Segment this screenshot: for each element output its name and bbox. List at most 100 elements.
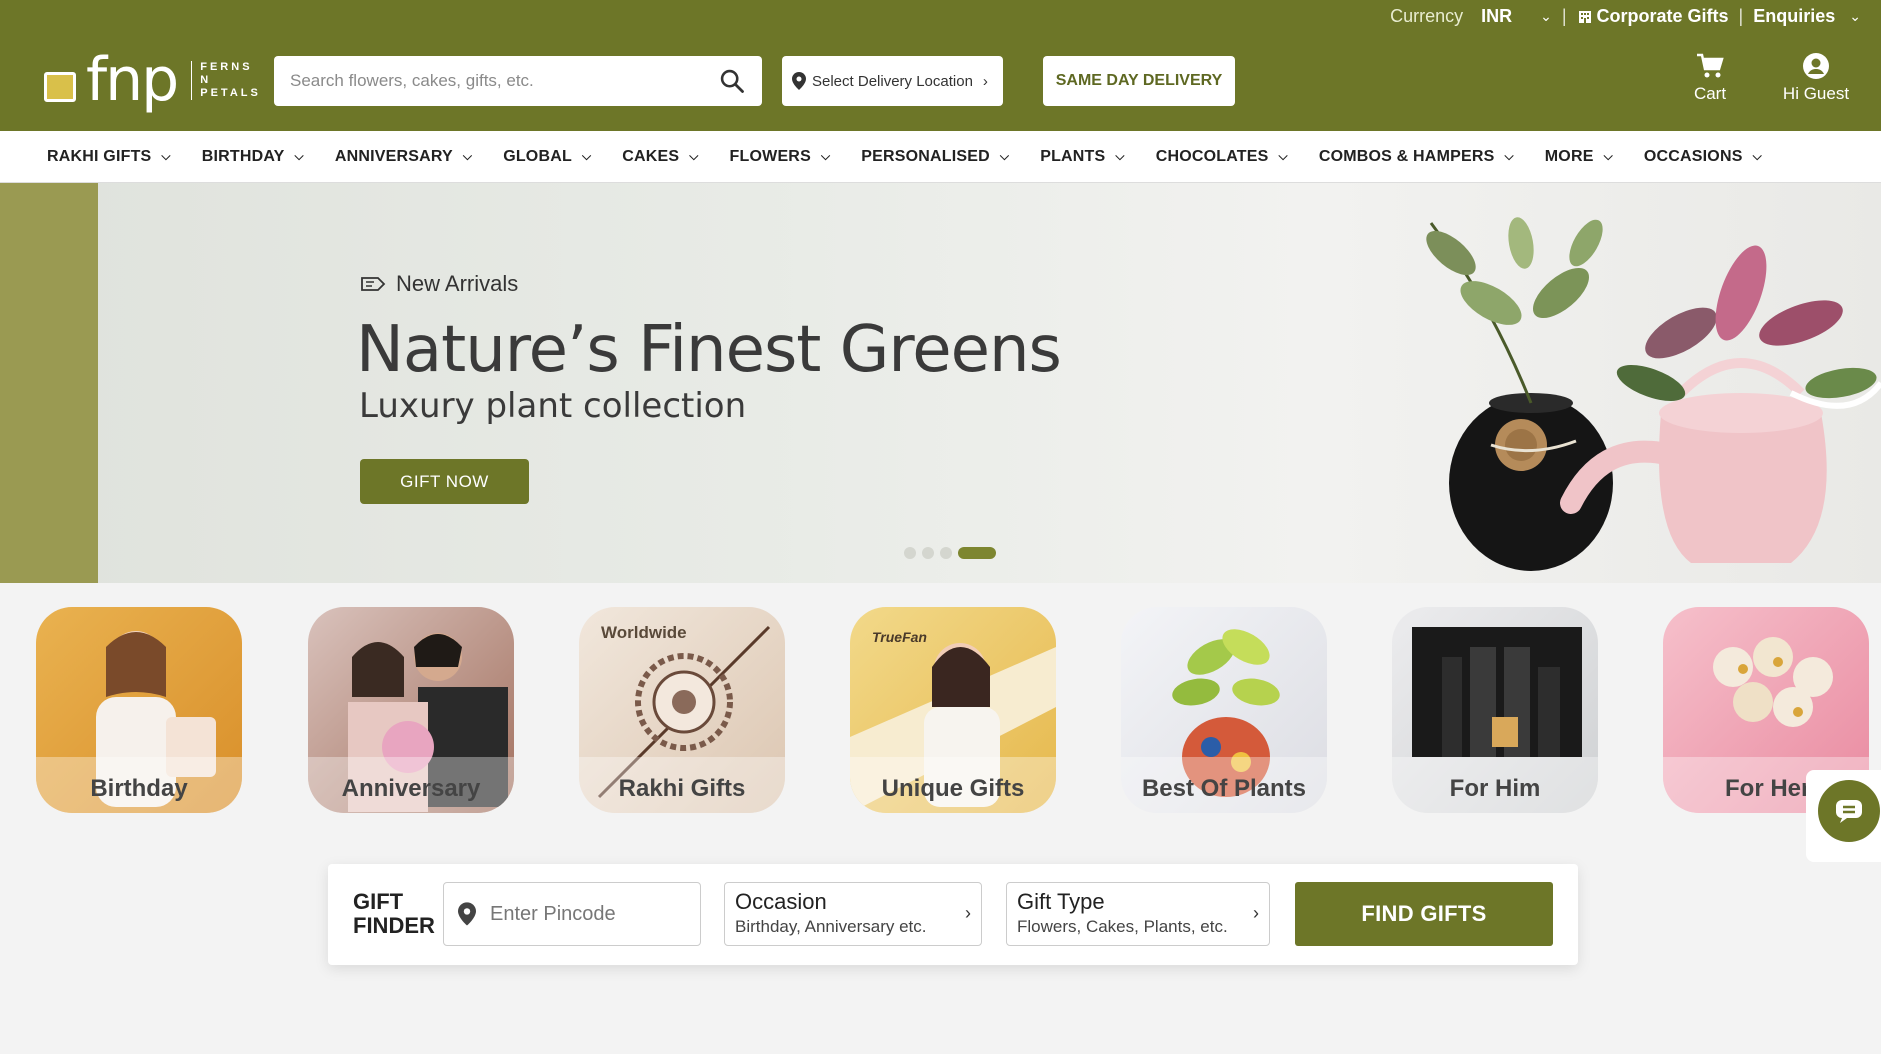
chat-button[interactable] [1814,776,1881,846]
logo-sub-line: FERNS [200,60,253,73]
cart-label: Cart [1693,84,1727,103]
nav-item-label: COMBOS & HAMPERS [1318,147,1495,165]
carousel-dot[interactable] [940,547,952,559]
chevron-down-icon: ⌵ [294,149,304,163]
divider: | [1561,5,1567,26]
nav-item-personalised[interactable]: PERSONALISED ⌵ [861,148,1009,166]
gift-box-logo-icon [44,72,76,102]
chevron-down-icon: ⌵ [1603,149,1613,163]
chevron-down-icon: ⌵ [1504,149,1514,163]
nav-item-label: CAKES [622,147,680,165]
nav-item-combos-hampers[interactable]: COMBOS & HAMPERS ⌵ [1319,148,1514,166]
gift-type-title: Gift Type [1017,889,1105,914]
enquiries-link[interactable]: Enquiries [1753,6,1835,27]
category-unique-gifts[interactable]: TrueFan Unique Gifts [850,607,1056,813]
category-anniversary[interactable]: Anniversary [308,607,514,813]
category-tiles: Birthday Anniversary Worldwide Rakhi Gif… [36,607,1881,817]
chevron-down-icon: ⌵ [1752,149,1762,163]
nav-item-label: RAKHI GIFTS [47,147,152,165]
worldwide-badge: Worldwide [601,623,687,642]
currency-selector[interactable]: INR [1481,6,1512,27]
top-utility-bar: Currency INR ⌄ | Corporate Gifts | Enqui… [0,0,1881,32]
nav-item-birthday[interactable]: BIRTHDAY ⌵ [202,148,304,166]
account-button[interactable]: Hi Guest [1776,52,1856,104]
gift-finder: GIFT FINDER Occasion Birthday, Anniversa… [328,864,1578,965]
category-birthday[interactable]: Birthday [36,607,242,813]
category-nav: RAKHI GIFTS ⌵ BIRTHDAY ⌵ ANNIVERSARY ⌵ GLOB… [0,131,1881,183]
gift-type-subtitle: Flowers, Cakes, Plants, etc. [1017,917,1228,936]
chevron-right-icon: › [965,903,971,923]
chevron-down-icon[interactable]: ⌄ [1849,8,1861,25]
divider: | [1738,5,1744,26]
occasion-title: Occasion [735,889,827,914]
category-best-of-plants[interactable]: Best Of Plants [1121,607,1327,813]
category-label: Anniversary [341,775,481,802]
nav-item-anniversary[interactable]: ANNIVERSARY ⌵ [335,148,472,166]
chevron-down-icon: ⌵ [161,149,171,163]
main-header: fnp FERNS N PETALS Select Delivery Locat… [0,32,1881,131]
nav-item-global[interactable]: GLOBAL ⌵ [503,148,591,166]
nav-item-more[interactable]: MORE ⌵ [1545,148,1613,166]
category-label: For Him [1449,775,1541,802]
chevron-right-icon: › [1253,903,1259,923]
delivery-location-button[interactable]: Select Delivery Location › [782,56,1003,106]
hero-side-strip [0,183,98,583]
category-for-him[interactable]: For Him [1392,607,1598,813]
gift-now-button[interactable]: GIFT NOW [360,459,529,504]
pincode-field [443,882,701,946]
chevron-right-icon: › [982,72,988,90]
category-label: Birthday [90,775,188,802]
carousel-dot[interactable] [922,547,934,559]
chevron-down-icon: ⌵ [1278,149,1288,163]
gift-type-select[interactable]: Gift Type Flowers, Cakes, Plants, etc. › [1006,882,1270,946]
nav-item-plants[interactable]: PLANTS ⌵ [1040,148,1125,166]
logo-sub-line: PETALS [200,86,261,99]
fnp-logo[interactable]: fnp FERNS N PETALS [44,50,261,110]
same-day-delivery-button[interactable]: SAME DAY DELIVERY [1043,56,1235,106]
nav-item-label: GLOBAL [503,147,572,165]
plant-pots-illustration [1426,217,1881,571]
chevron-down-icon: ⌵ [689,149,699,163]
hero-banner[interactable]: New Arrivals Nature’s Finest Greens Luxu… [0,183,1881,583]
chevron-down-icon[interactable]: ⌄ [1540,8,1552,25]
nav-item-label: PLANTS [1040,147,1106,165]
hero-tag-label: New Arrivals [396,271,519,296]
pincode-input[interactable] [490,902,670,926]
carousel-dot[interactable] [904,547,916,559]
hero-subtitle: Luxury plant collection [359,386,747,426]
tag-icon [361,277,386,291]
carousel-dots [904,547,996,559]
logo-wordmark: fnp [86,45,179,115]
corporate-gifts-label: Corporate Gifts [1596,5,1729,26]
find-gifts-button[interactable]: FIND GIFTS [1295,882,1553,946]
category-rakhi-gifts[interactable]: Worldwide Rakhi Gifts [579,607,785,813]
nav-item-label: BIRTHDAY [201,147,285,165]
gift-finder-title: GIFT FINDER [353,890,435,938]
hero-tag: New Arrivals [360,271,518,297]
location-pin-icon [458,902,476,926]
nav-item-rakhi-gifts[interactable]: RAKHI GIFTS ⌵ [47,148,171,166]
occasion-subtitle: Birthday, Anniversary etc. [735,917,927,936]
gift-finder-title-line: GIFT [353,889,404,914]
search-box [274,56,762,106]
cart-button[interactable]: Cart [1688,52,1732,104]
carousel-dot-active[interactable] [958,547,996,559]
user-avatar-icon [1803,53,1829,79]
logo-subtext: FERNS N PETALS [191,60,261,100]
search-input[interactable] [290,71,718,91]
nav-item-label: CHOCOLATES [1155,147,1269,165]
nav-item-cakes[interactable]: CAKES ⌵ [622,148,698,166]
nav-item-occasions[interactable]: OCCASIONS ⌵ [1644,148,1762,166]
nav-item-label: ANNIVERSARY [334,147,453,165]
chevron-down-icon: ⌵ [581,149,592,163]
occasion-select[interactable]: Occasion Birthday, Anniversary etc. › [724,882,982,946]
guest-label: Hi Guest [1782,84,1850,103]
location-pin-icon [792,72,806,90]
truefan-badge: TrueFan [872,629,927,645]
search-icon[interactable] [718,67,746,95]
corporate-gifts-link[interactable]: Corporate Gifts [1577,6,1729,27]
nav-item-label: OCCASIONS [1643,147,1743,165]
nav-item-flowers[interactable]: FLOWERS ⌵ [730,148,831,166]
nav-item-chocolates[interactable]: CHOCOLATES ⌵ [1156,148,1288,166]
nav-item-label: FLOWERS [729,147,811,165]
